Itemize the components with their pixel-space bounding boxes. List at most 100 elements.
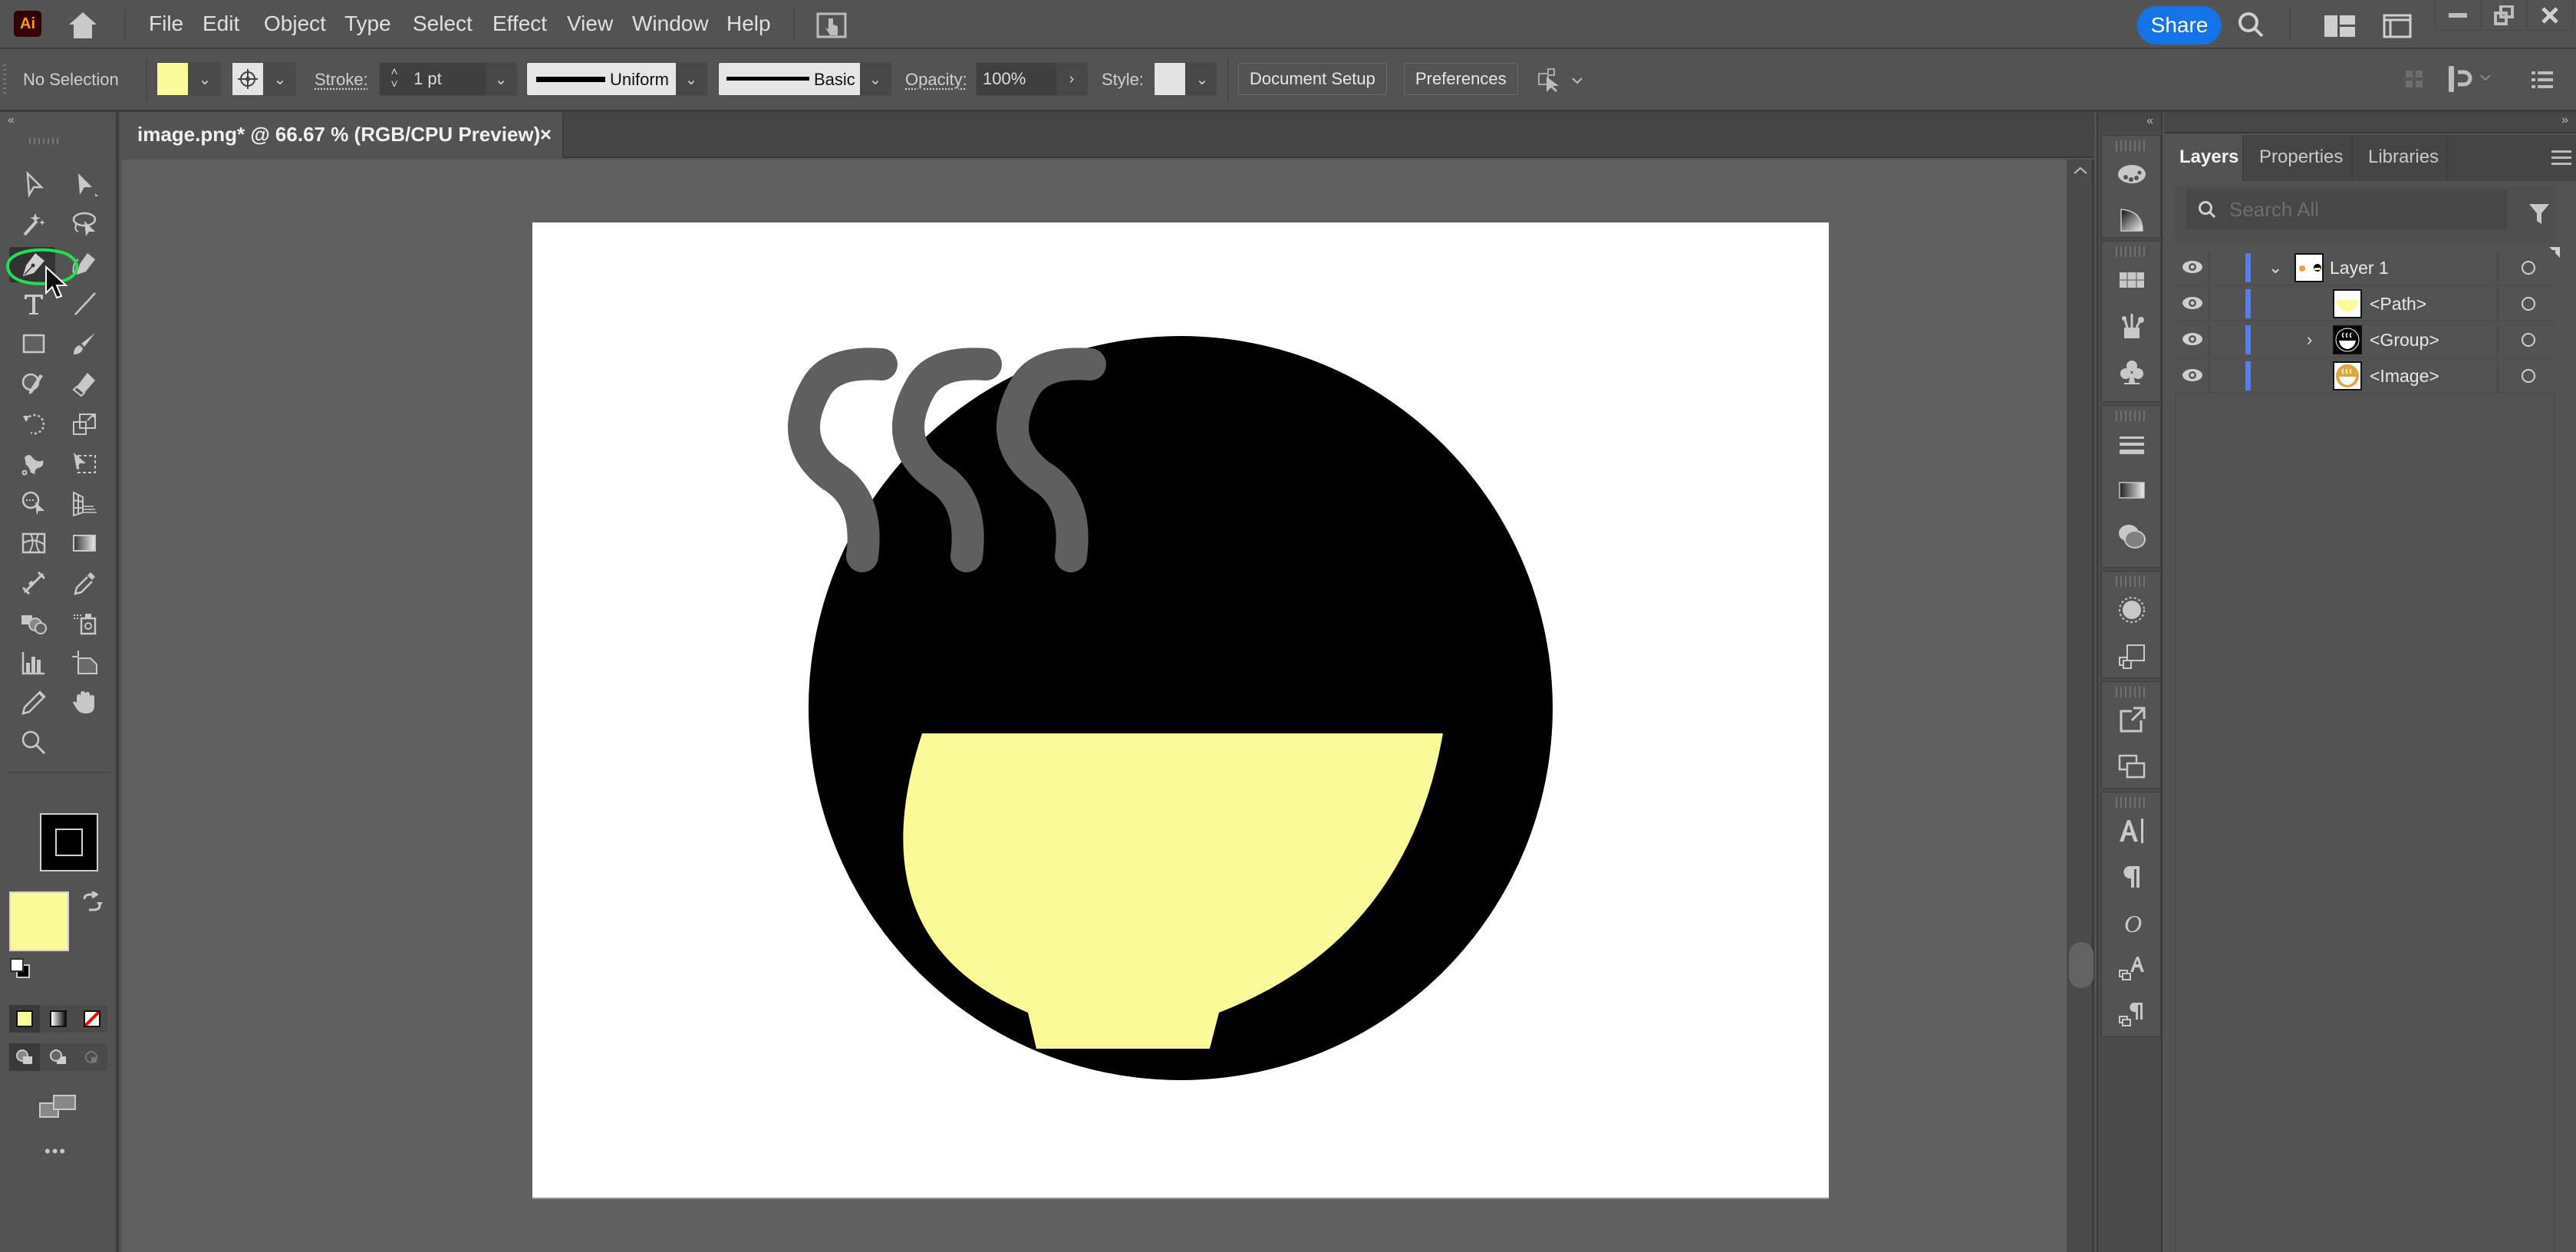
draw-behind[interactable] — [43, 1043, 74, 1071]
panel-menu-icon[interactable] — [2551, 149, 2571, 166]
menu-type[interactable]: Type — [340, 0, 396, 48]
layer-name[interactable]: <Path> — [2370, 286, 2426, 321]
color-mode-color[interactable] — [9, 1005, 40, 1033]
opentype-panel-button[interactable]: O — [2102, 900, 2162, 946]
close-tab-icon[interactable]: × — [540, 112, 552, 156]
layer-row-path[interactable]: <Path> — [2175, 286, 2555, 321]
hand-tool[interactable] — [66, 684, 103, 721]
target-circle-icon[interactable] — [2522, 333, 2535, 347]
visibility-eye-icon[interactable] — [2181, 294, 2204, 312]
share-button[interactable]: Share — [2137, 6, 2222, 44]
swatches-panel-button[interactable] — [2102, 257, 2162, 303]
artboards-panel-button[interactable] — [2102, 743, 2162, 789]
preferences-button[interactable]: Preferences — [1404, 63, 1518, 95]
live-paint-bucket-tool[interactable] — [66, 605, 103, 641]
fill-color-control[interactable]: ⌄ — [156, 62, 221, 96]
brush-definition[interactable]: Basic ⌄ — [718, 62, 891, 96]
arrange-documents-button[interactable] — [2324, 15, 2355, 37]
color-mode-none[interactable] — [77, 1005, 107, 1033]
draw-inside[interactable] — [77, 1043, 107, 1071]
shape-builder-tool[interactable] — [15, 485, 52, 522]
layer-row-image[interactable]: <Image> — [2175, 358, 2555, 394]
asset-export-panel-button[interactable] — [2102, 697, 2162, 743]
symbol-sprayer-tool[interactable] — [15, 605, 52, 641]
gradient-panel-button[interactable] — [2102, 467, 2162, 513]
align-to-grid-button[interactable] — [2403, 68, 2426, 91]
collapse-to-icons-icon[interactable]: » — [2561, 114, 2568, 127]
gradient-tool[interactable] — [66, 525, 103, 562]
mesh-tool[interactable] — [15, 525, 52, 562]
layer-name[interactable]: Layer 1 — [2330, 250, 2389, 285]
paragraph-styles-panel-button[interactable] — [2102, 992, 2162, 1038]
toolbar-grip[interactable] — [29, 138, 60, 144]
panel-group-grip[interactable] — [2116, 246, 2146, 257]
stroke-label[interactable]: Stroke: — [315, 68, 368, 92]
edit-toolbar-button[interactable]: ••• — [44, 1142, 67, 1161]
chevron-down-icon[interactable]: ⌄ — [486, 63, 516, 95]
tab-properties[interactable]: Properties — [2244, 135, 2353, 181]
menu-object[interactable]: Object — [259, 0, 331, 48]
color-panel-button[interactable] — [2102, 151, 2162, 197]
direct-selection-tool[interactable] — [66, 166, 103, 203]
tab-libraries[interactable]: Libraries — [2353, 135, 2448, 181]
tab-layers[interactable]: Layers — [2164, 135, 2244, 181]
chevron-right-icon[interactable]: › — [2307, 322, 2312, 357]
snap-options-button[interactable] — [2447, 64, 2498, 94]
selection-tool[interactable] — [15, 166, 52, 203]
menu-effect[interactable]: Effect — [488, 0, 552, 48]
search-button[interactable] — [2237, 11, 2265, 38]
stroke-color-swatch[interactable] — [40, 813, 98, 871]
menu-help[interactable]: Help — [722, 0, 776, 48]
graphic-styles-panel-button[interactable] — [2102, 633, 2162, 679]
minimize-button[interactable] — [2435, 0, 2481, 31]
artboard[interactable] — [532, 222, 1829, 1198]
target-circle-icon[interactable] — [2522, 369, 2535, 383]
document-tab[interactable]: image.png* @ 66.67 % (RGB/CPU Preview) × — [122, 112, 564, 158]
vertical-scrollbar[interactable] — [2067, 160, 2094, 1252]
symbols-panel-button[interactable] — [2102, 349, 2162, 395]
blend-tool[interactable] — [15, 565, 52, 601]
graphic-style-picker[interactable]: ⌄ — [1154, 62, 1217, 96]
restore-button[interactable] — [2481, 0, 2527, 31]
character-styles-panel-button[interactable] — [2102, 946, 2162, 992]
stroke-weight-value[interactable]: 1 pt — [413, 63, 442, 95]
zoom-tool[interactable] — [15, 724, 52, 761]
magic-wand-tool[interactable] — [15, 206, 52, 242]
steam-wisp[interactable] — [788, 348, 898, 572]
layer-name[interactable]: <Group> — [2370, 322, 2439, 357]
character-panel-button[interactable] — [2102, 808, 2162, 854]
chevron-right-icon[interactable]: › — [1056, 63, 1087, 95]
workspace-switcher-button[interactable] — [2383, 14, 2412, 38]
color-guide-panel-button[interactable] — [2102, 197, 2162, 243]
menu-edit[interactable]: Edit — [198, 0, 244, 48]
menu-select[interactable]: Select — [408, 0, 477, 48]
control-bar-menu-button[interactable] — [2532, 69, 2553, 91]
visibility-eye-icon[interactable] — [2181, 366, 2204, 384]
lasso-tool[interactable] — [66, 206, 103, 242]
knife-tool[interactable] — [15, 684, 52, 721]
stepper-icon[interactable]: ˄ ˅ — [380, 63, 409, 95]
screen-mode-icon[interactable] — [38, 1094, 77, 1120]
stroke-color-control[interactable]: ⌄ — [232, 62, 296, 96]
fill-color-swatch[interactable] — [9, 891, 69, 951]
target-circle-icon[interactable] — [2522, 297, 2535, 311]
eraser-tool[interactable] — [66, 365, 103, 402]
panel-group-grip[interactable] — [2116, 576, 2146, 587]
appearance-panel-button[interactable] — [2102, 587, 2162, 633]
selection-transform-button[interactable] — [1537, 68, 1588, 94]
layers-search-box[interactable] — [2186, 189, 2508, 230]
swap-fill-stroke-icon[interactable] — [81, 891, 103, 913]
close-window-button[interactable] — [2527, 0, 2573, 31]
transparency-panel-button[interactable] — [2102, 513, 2162, 559]
touch-workspace-button[interactable] — [816, 12, 847, 38]
stroke-panel-button[interactable] — [2102, 421, 2162, 467]
free-transform-tool[interactable] — [66, 445, 103, 482]
default-fill-stroke-icon[interactable] — [9, 957, 31, 979]
variable-width-profile[interactable]: Uniform ⌄ — [526, 62, 707, 96]
menu-window[interactable]: Window — [628, 0, 713, 48]
rotate-tool[interactable] — [15, 405, 52, 442]
artboard-tool[interactable] — [66, 644, 103, 681]
panel-group-grip[interactable] — [2116, 687, 2146, 697]
document-setup-button[interactable]: Document Setup — [1238, 63, 1387, 95]
expand-panels-icon[interactable]: « — [2098, 112, 2161, 130]
